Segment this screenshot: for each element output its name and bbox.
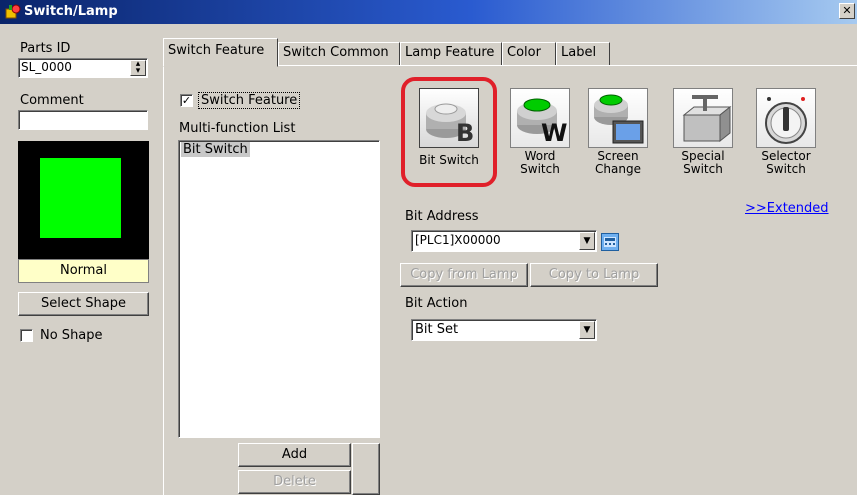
bit-action-label: Bit Action [405,296,468,311]
chevron-down-icon: ▼ [583,236,591,246]
word-switch-label-1: Word [524,149,556,163]
shape-preview [18,141,149,259]
tab-label[interactable]: Label [556,42,610,66]
parts-id-spinner[interactable]: ▴ ▾ [130,60,146,76]
multi-function-list[interactable]: Bit Switch [178,140,380,438]
parts-id-field[interactable]: SL_0000 ▴ ▾ [18,58,148,78]
svg-text:W: W [541,119,567,147]
tab-label: Switch Feature [168,43,265,58]
bit-action-select[interactable]: Bit Set ▼ [411,319,597,341]
tab-color[interactable]: Color [502,42,556,66]
calculator-icon [604,237,616,247]
extended-link[interactable]: >>Extended [745,201,829,216]
delete-button[interactable]: Delete [238,470,351,494]
word-switch-button[interactable]: W Word Switch [505,88,575,176]
delete-label: Delete [273,474,316,489]
address-input-button[interactable] [601,233,619,251]
multi-function-list-label: Multi-function List [179,121,296,136]
switch-feature-checkbox[interactable]: ✓ [180,94,193,107]
select-shape-label: Select Shape [41,296,126,311]
copy-from-lamp-label: Copy from Lamp [410,267,518,282]
special-switch-button[interactable]: Special Switch [668,88,738,176]
selector-switch-label-2: Switch [766,162,806,176]
screen-change-button[interactable]: Screen Change [583,88,653,176]
app-icon [5,4,21,19]
comment-label: Comment [20,93,84,108]
bit-action-value: Bit Set [415,322,459,337]
bit-address-label: Bit Address [405,209,479,224]
tab-label: Color [507,45,541,60]
no-shape-checkbox[interactable] [20,329,33,342]
title-bar[interactable]: Switch/Lamp ✕ [0,0,857,24]
list-item[interactable]: Bit Switch [181,142,250,157]
list-order-button[interactable] [352,443,380,495]
selection-highlight [401,77,497,187]
special-switch-label-2: Switch [683,162,723,176]
word-switch-icon: W [510,88,570,148]
tab-lamp-feature[interactable]: Lamp Feature [400,42,502,66]
parts-id-label: Parts ID [20,41,71,56]
selector-switch-label-1: Selector [761,149,811,163]
no-shape-label: No Shape [40,328,103,343]
bit-action-dropdown[interactable]: ▼ [579,321,595,339]
tab-label: Switch Common [283,45,389,60]
special-switch-icon [673,88,733,148]
close-button[interactable]: ✕ [839,3,855,19]
chevron-down-icon: ▼ [583,325,591,335]
tab-label-text: Label [561,45,597,60]
comment-field[interactable] [18,110,148,130]
tab-switch-feature[interactable]: Switch Feature [163,38,278,67]
copy-to-lamp-label: Copy to Lamp [548,267,640,282]
copy-from-lamp-button[interactable]: Copy from Lamp [400,263,528,287]
tab-label: Lamp Feature [405,45,495,60]
preview-state[interactable]: Normal [18,259,149,283]
select-shape-button[interactable]: Select Shape [18,292,149,316]
selector-switch-icon [756,88,816,148]
list-item-label: Bit Switch [181,142,250,157]
switch-lamp-window: Switch/Lamp ✕ Parts ID SL_0000 ▴ ▾ Commen… [0,0,857,495]
bit-address-dropdown[interactable]: ▼ [579,232,595,250]
special-switch-label-1: Special [681,149,725,163]
switch-feature-enable-label: Switch Feature [198,92,301,109]
lamp-preview-shape [40,158,121,238]
preview-state-label: Normal [59,263,108,278]
screen-change-label-2: Change [595,162,641,176]
copy-to-lamp-button[interactable]: Copy to Lamp [530,263,658,287]
tab-switch-common[interactable]: Switch Common [278,42,400,66]
add-label: Add [281,447,308,462]
word-switch-label-2: Switch [520,162,560,176]
screen-change-icon [588,88,648,148]
bit-address-field[interactable]: [PLC1]X00000 ▼ [411,230,597,252]
screen-change-label-1: Screen [597,149,639,163]
close-icon: ✕ [842,4,852,17]
window-title: Switch/Lamp [24,4,118,19]
add-button[interactable]: Add [238,443,351,467]
bit-address-value: [PLC1]X00000 [415,233,501,247]
selector-switch-button[interactable]: Selector Switch [751,88,821,176]
parts-id-value: SL_0000 [21,60,72,74]
